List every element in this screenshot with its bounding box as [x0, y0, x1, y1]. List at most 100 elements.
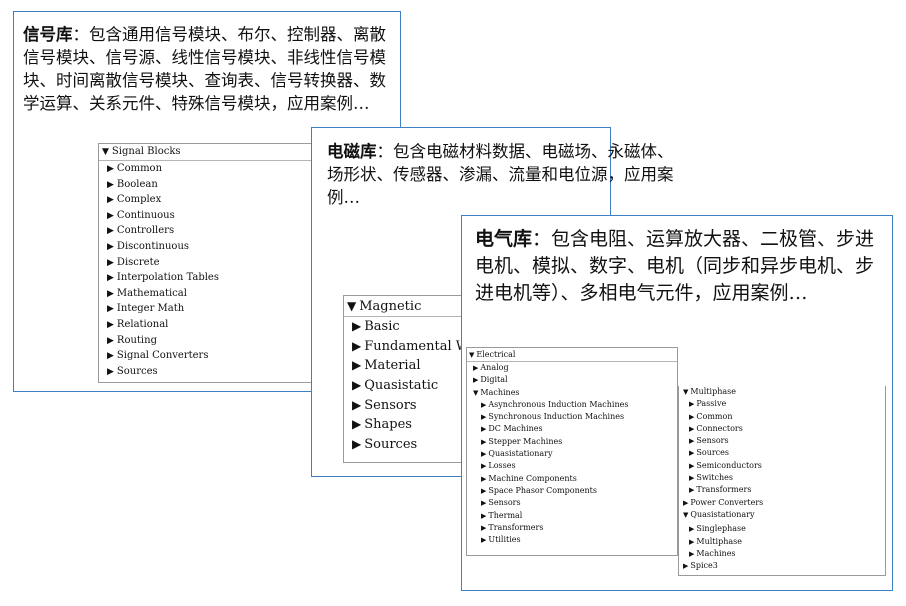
tree-item[interactable]: ▶ Digital — [467, 374, 677, 386]
tree-item-label: Complex — [116, 194, 162, 206]
magnetic-library-text: ：包含电磁材料数据、电磁场、永磁体、场形状、传感器、渗漏、流量和电位源，应用案例… — [327, 142, 674, 207]
tree-header-magnetic[interactable]: ▼ Magnetic — [344, 296, 472, 317]
electrical-library-description: 电气库：包含电阻、运算放大器、二极管、步进电机、模拟、数字、电机（同步和异步电机… — [475, 226, 885, 307]
tree-item[interactable]: ▶ Routing — [99, 333, 315, 349]
tree-item[interactable]: ▶ Transformers — [679, 484, 885, 496]
tree-item[interactable]: ▶ Transformers — [467, 522, 677, 534]
tree-item[interactable]: ▼ Machines — [467, 387, 677, 399]
magnetic-library-description: 电磁库：包含电磁材料数据、电磁场、永磁体、场形状、传感器、渗漏、流量和电位源，应… — [327, 140, 677, 209]
tree-header-signal-blocks[interactable]: ▼ Signal Blocks — [99, 144, 315, 161]
tree-item-label: DC Machines — [488, 424, 543, 434]
tree-item-label: Power Converters — [690, 497, 764, 507]
tree-item[interactable]: ▶ Signal Converters — [99, 348, 315, 364]
tree-item[interactable]: ▶ Passive — [679, 398, 885, 410]
tree-item[interactable]: ▶ Utilities — [467, 534, 677, 546]
tree-item[interactable]: ▶ Common — [99, 161, 315, 177]
triangle-right-icon: ▶ — [689, 549, 695, 558]
triangle-down-icon: ▼ — [683, 388, 689, 396]
signal-blocks-tree: ▼ Signal Blocks ▶ Common ▶ Boolean ▶ Complex… — [98, 143, 316, 383]
tree-item-label: Sensors — [488, 498, 521, 508]
tree-item[interactable]: ▶ Machine Components — [467, 473, 677, 485]
electrical-library-text: ：包含电阻、运算放大器、二极管、步进电机、模拟、数字、电机（同步和异步电机、步进… — [475, 228, 875, 304]
triangle-right-icon: ▶ — [107, 366, 114, 377]
tree-item[interactable]: ▶ Power Converters — [679, 497, 885, 509]
tree-item[interactable]: ▶ Asynchronous Induction Machines — [467, 399, 677, 411]
tree-item[interactable]: ▶ Synchronous Induction Machines — [467, 411, 677, 423]
triangle-right-icon: ▶ — [481, 486, 487, 495]
triangle-right-icon: ▶ — [352, 358, 362, 373]
tree-item[interactable]: ▶ Sources — [679, 447, 885, 459]
electrical-tree: ▼ Electrical ▶ Analog ▶ Digital ▼ Machines ▶… — [466, 347, 678, 556]
tree-item[interactable]: ▼ Quasistationary — [679, 509, 885, 521]
tree-item[interactable]: ▶ Semiconductors — [679, 460, 885, 472]
tree-item[interactable]: ▶ Material — [344, 356, 472, 376]
triangle-right-icon: ▶ — [107, 226, 114, 237]
triangle-right-icon: ▶ — [107, 351, 114, 362]
tree-item-label: Basic — [364, 319, 400, 334]
tree-item[interactable]: ▶ DC Machines — [467, 423, 677, 435]
electrical-tree-continued: ▼ Multiphase ▶ Passive ▶ Common ▶ Connectors… — [678, 386, 886, 576]
tree-item[interactable]: ▶ Thermal — [467, 510, 677, 522]
tree-item[interactable]: ▶ Discrete — [99, 255, 315, 271]
tree-item[interactable]: ▶ Shapes — [344, 415, 472, 435]
tree-item-label: Material — [364, 358, 421, 374]
triangle-right-icon: ▶ — [352, 338, 362, 353]
tree-item[interactable]: ▶ Analog — [467, 362, 677, 374]
tree-item[interactable]: ▶ Sensors — [344, 396, 472, 416]
tree-item[interactable]: ▶ Boolean — [99, 177, 315, 193]
tree-item-label: Stepper Machines — [488, 436, 563, 446]
tree-item[interactable]: ▶ Machines — [679, 548, 885, 560]
tree-item[interactable]: ▶ Connectors — [679, 423, 885, 435]
tree-item-label: Discrete — [116, 256, 160, 268]
tree-item[interactable]: ▶ Mathematical — [99, 286, 315, 302]
tree-item[interactable]: ▶ Sources — [99, 364, 315, 380]
tree-item[interactable]: ▶ Singlephase — [679, 523, 885, 535]
triangle-right-icon: ▶ — [473, 376, 479, 385]
tree-item[interactable]: ▶ Basic — [344, 317, 472, 337]
triangle-down-icon: ▼ — [683, 510, 689, 519]
tree-item-label: Quasistationary — [690, 509, 755, 519]
tree-item[interactable]: ▶ Interpolation Tables — [99, 270, 315, 286]
electrical-library-title: 电气库 — [475, 228, 533, 250]
tree-item[interactable]: ▶ Controllers — [99, 223, 315, 239]
triangle-right-icon: ▶ — [481, 511, 487, 520]
tree-item[interactable]: ▶ Integer Math — [99, 301, 315, 317]
tree-item[interactable]: ▶ Losses — [467, 460, 677, 472]
tree-item[interactable]: ▶ Multiphase — [679, 536, 885, 548]
tree-item[interactable]: ▶ Complex — [99, 192, 315, 208]
tree-item-label: Asynchronous Induction Machines — [488, 399, 629, 409]
tree-item[interactable]: ▶ Sources — [344, 435, 472, 455]
triangle-right-icon: ▶ — [107, 335, 114, 346]
tree-item[interactable]: ▶ Quasistationary — [467, 448, 677, 460]
tree-item[interactable]: ▶ Spice3 — [679, 560, 885, 572]
tree-item[interactable]: ▶ Common — [679, 411, 885, 423]
triangle-right-icon: ▶ — [107, 273, 114, 284]
triangle-down-icon: ▼ — [102, 147, 109, 157]
tree-item[interactable]: ▶ Relational — [99, 317, 315, 333]
triangle-right-icon: ▶ — [481, 462, 487, 471]
triangle-right-icon: ▶ — [107, 257, 114, 268]
triangle-right-icon: ▶ — [481, 474, 487, 483]
magnetic-library-title: 电磁库 — [327, 142, 377, 161]
triangle-right-icon: ▶ — [689, 400, 695, 409]
tree-item-label: Mathematical — [116, 287, 187, 299]
tree-item[interactable]: ▶ Switches — [679, 472, 885, 484]
tree-item-label: Utilities — [488, 535, 521, 545]
tree-item[interactable]: ▶ Sensors — [467, 497, 677, 509]
tree-item-label: Sensors — [364, 397, 417, 413]
triangle-right-icon: ▶ — [683, 562, 689, 571]
tree-item-label: Machines — [480, 387, 520, 397]
tree-item[interactable]: ▶ Stepper Machines — [467, 436, 677, 448]
tree-item[interactable]: ▼ Multiphase — [679, 386, 885, 398]
tree-item-label: Interpolation Tables — [116, 272, 219, 284]
tree-item[interactable]: ▶ Discontinuous — [99, 239, 315, 255]
tree-item[interactable]: ▶ Sensors — [679, 435, 885, 447]
tree-item-label: Analog — [480, 363, 509, 372]
tree-item[interactable]: ▶ Fundamental Wa — [344, 337, 472, 357]
tree-item[interactable]: ▶ Space Phasor Components — [467, 485, 677, 497]
tree-item[interactable]: ▶ Quasistatic — [344, 376, 472, 396]
tree-item-label: Transformers — [696, 485, 752, 495]
tree-header-electrical[interactable]: ▼ Electrical — [467, 348, 677, 362]
tree-header-label: Electrical — [476, 350, 516, 359]
tree-item[interactable]: ▶ Continuous — [99, 208, 315, 224]
